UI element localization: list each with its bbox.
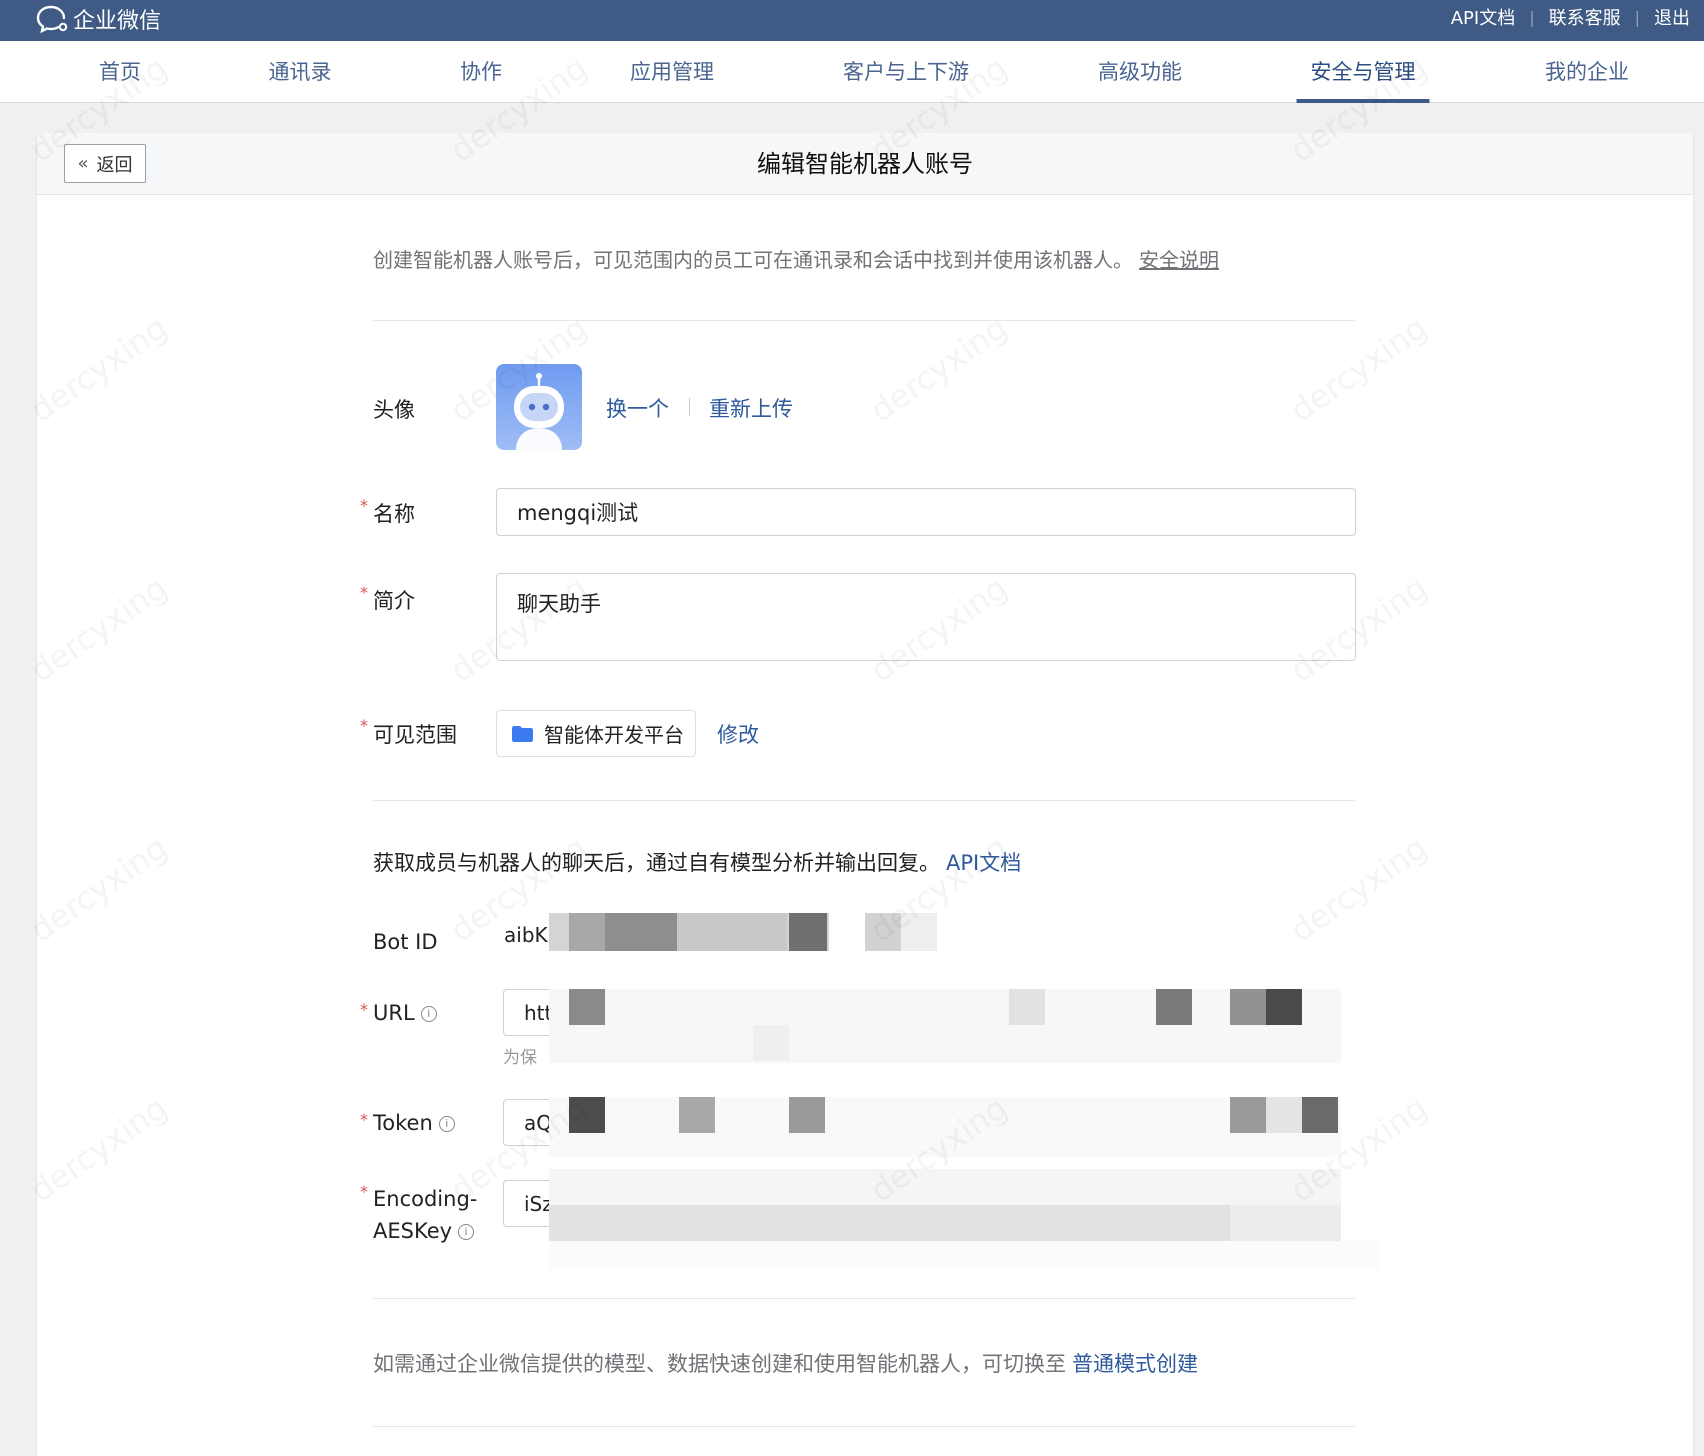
- reupload-avatar-link[interactable]: 重新上传: [709, 393, 793, 423]
- token-label: Token i: [373, 1111, 455, 1135]
- nav-security[interactable]: 安全与管理: [1296, 41, 1430, 103]
- security-explanation-link[interactable]: 安全说明: [1139, 248, 1219, 272]
- page-title: 编辑智能机器人账号: [757, 150, 973, 178]
- api-doc-inline-link[interactable]: API文档: [946, 851, 1021, 875]
- required-mark: *: [360, 583, 368, 602]
- top-bar: 企业微信 API文档 | 联系客服 | 退出: [0, 0, 1704, 41]
- aeskey-label: Encoding- AESKey i: [373, 1183, 477, 1247]
- api-description: 获取成员与机器人的聊天后，通过自有模型分析并输出回复。 API文档: [373, 847, 1021, 877]
- normal-mode-create-link[interactable]: 普通模式创建: [1072, 1352, 1198, 1376]
- scope-label: 可见范围: [373, 723, 457, 747]
- avatar[interactable]: [496, 364, 582, 450]
- section-divider: [373, 320, 1355, 321]
- aeskey-label-line2: AESKey i: [373, 1215, 477, 1247]
- token-label-text: Token: [373, 1111, 433, 1135]
- top-link-separator: |: [1529, 7, 1535, 27]
- url-label-text: URL: [373, 1001, 415, 1025]
- robot-icon: [514, 373, 564, 450]
- nav-my-company[interactable]: 我的企业: [1531, 41, 1643, 103]
- app-logo[interactable]: 企业微信: [35, 2, 161, 36]
- required-mark: *: [360, 1110, 368, 1129]
- app-title: 企业微信: [73, 9, 162, 34]
- main-nav: 首页 通讯录 协作 应用管理 客户与上下游 高级功能 安全与管理 我的企业: [0, 41, 1704, 103]
- section-divider: [373, 1426, 1355, 1427]
- bot-id-value: aibK: [504, 923, 548, 947]
- intro-description: 创建智能机器人账号后，可见范围内的员工可在通讯录和会话中找到并使用该机器人。: [373, 248, 1133, 272]
- card-header: 编辑智能机器人账号 « 返回: [37, 133, 1693, 195]
- folder-icon: [512, 725, 533, 742]
- info-icon[interactable]: i: [458, 1224, 475, 1240]
- footer-description: 如需通过企业微信提供的模型、数据快速创建和使用智能机器人，可切换至: [373, 1352, 1066, 1376]
- name-input[interactable]: mengqi测试: [496, 488, 1356, 536]
- change-avatar-link[interactable]: 换一个: [606, 393, 669, 423]
- double-chevron-left-icon: «: [77, 153, 89, 174]
- url-label: URL i: [373, 1001, 437, 1025]
- nav-advanced[interactable]: 高级功能: [1084, 41, 1196, 103]
- nav-customers[interactable]: 客户与上下游: [829, 41, 983, 103]
- section-divider: [373, 1298, 1355, 1299]
- scope-value: 智能体开发平台: [544, 723, 684, 747]
- info-icon[interactable]: i: [438, 1116, 455, 1132]
- modify-scope-link[interactable]: 修改: [717, 719, 759, 749]
- wecom-logo-icon: [36, 5, 68, 34]
- contact-support-link[interactable]: 联系客服: [1549, 4, 1621, 30]
- intro-label: 简介: [373, 589, 415, 613]
- required-mark: *: [360, 716, 368, 735]
- scope-tag: 智能体开发平台: [496, 710, 696, 757]
- intro-textarea[interactable]: 聊天助手: [496, 573, 1356, 661]
- aeskey-label-line1: Encoding-: [373, 1187, 478, 1211]
- required-mark: *: [360, 1000, 368, 1019]
- intro-text: 创建智能机器人账号后，可见范围内的员工可在通讯录和会话中找到并使用该机器人。 安全…: [373, 244, 1219, 273]
- api-description-text: 获取成员与机器人的聊天后，通过自有模型分析并输出回复。: [373, 851, 940, 875]
- nav-app-management[interactable]: 应用管理: [616, 41, 728, 103]
- top-link-separator: |: [1634, 7, 1640, 27]
- nav-contacts[interactable]: 通讯录: [255, 41, 346, 103]
- api-doc-link[interactable]: API文档: [1451, 4, 1515, 30]
- redacted-credentials: [549, 913, 1379, 1303]
- top-links: API文档 | 联系客服 | 退出: [1451, 0, 1690, 34]
- footer-text: 如需通过企业微信提供的模型、数据快速创建和使用智能机器人，可切换至 普通模式创建: [373, 1348, 1198, 1378]
- back-button[interactable]: « 返回: [64, 144, 146, 183]
- required-mark: *: [360, 496, 368, 515]
- avatar-label: 头像: [373, 398, 415, 422]
- info-icon[interactable]: i: [420, 1006, 437, 1022]
- bot-id-label: Bot ID: [373, 930, 438, 954]
- logout-link[interactable]: 退出: [1654, 4, 1690, 30]
- back-button-label: 返回: [96, 154, 133, 176]
- nav-home[interactable]: 首页: [85, 41, 155, 103]
- nav-collaboration[interactable]: 协作: [446, 41, 516, 103]
- section-divider: [373, 800, 1355, 801]
- name-label: 名称: [373, 502, 415, 526]
- url-hint: 为保: [503, 1048, 537, 1068]
- avatar-link-separator: [689, 398, 690, 416]
- required-mark: *: [360, 1182, 368, 1201]
